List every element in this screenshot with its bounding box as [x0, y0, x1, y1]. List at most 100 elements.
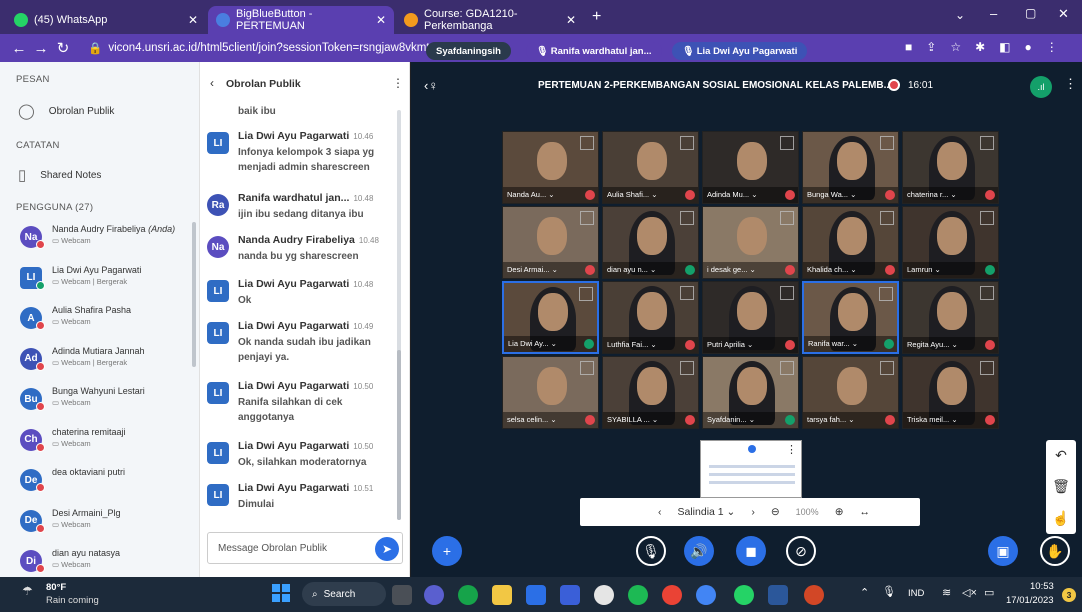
webcam-tile[interactable]: Desi Armai... ⌄: [502, 206, 599, 279]
close-icon[interactable]: ✕: [188, 13, 198, 27]
send-button[interactable]: ➤: [375, 537, 399, 561]
webcam-tile[interactable]: Bunga Wa... ⌄: [802, 131, 899, 204]
fullscreen-icon[interactable]: [580, 361, 594, 375]
tab-search-icon[interactable]: ⌄: [955, 8, 965, 22]
fullscreen-icon[interactable]: [980, 361, 994, 375]
minimize-button[interactable]: –: [990, 6, 997, 21]
trash-icon[interactable]: 🗑: [1052, 478, 1070, 495]
fullscreen-icon[interactable]: [580, 211, 594, 225]
fullscreen-icon[interactable]: [780, 136, 794, 150]
tray-mic-icon[interactable]: 🎙: [882, 585, 896, 598]
recording-icon[interactable]: [888, 79, 900, 91]
fullscreen-icon[interactable]: [780, 286, 794, 300]
fullscreen-icon[interactable]: [680, 136, 694, 150]
webcam-tile[interactable]: Triska meil... ⌄: [902, 356, 999, 429]
webcam-tile[interactable]: Regita Ayu... ⌄: [902, 281, 999, 354]
language-indicator[interactable]: IND: [908, 588, 924, 599]
sidebar-icon[interactable]: ◧: [999, 40, 1010, 54]
webcam-label[interactable]: Desi Armai... ⌄: [503, 262, 598, 278]
webcam-tile[interactable]: Lia Dwi Ay... ⌄: [502, 281, 599, 354]
task-view-icon[interactable]: [392, 585, 412, 605]
webcam-label[interactable]: selsa celin... ⌄: [503, 412, 598, 428]
extensions-icon[interactable]: ✱: [975, 40, 985, 54]
fullscreen-icon[interactable]: [680, 361, 694, 375]
webcam-label[interactable]: Adinda Mu... ⌄: [703, 187, 798, 203]
webcam-label[interactable]: Triska meil... ⌄: [903, 412, 998, 428]
restore-button[interactable]: ▢: [1025, 6, 1036, 20]
fullscreen-icon[interactable]: [780, 361, 794, 375]
zoom-out-button[interactable]: ⊖: [771, 506, 780, 518]
weather-desc[interactable]: Rain coming: [46, 595, 99, 606]
fullscreen-icon[interactable]: [880, 211, 894, 225]
webcam-tile[interactable]: Khalida ch... ⌄: [802, 206, 899, 279]
mail-icon[interactable]: [526, 585, 546, 605]
webcam-button[interactable]: ◼: [736, 536, 766, 566]
fullscreen-icon[interactable]: [980, 136, 994, 150]
forward-arrow-icon[interactable]: →: [30, 40, 52, 57]
share-screen-button[interactable]: ⊘: [786, 536, 816, 566]
clock-time[interactable]: 10:53: [1030, 581, 1054, 592]
previous-slide-button[interactable]: ‹: [658, 506, 662, 518]
fullscreen-icon[interactable]: [879, 287, 893, 301]
webcam-label[interactable]: Regita Ayu... ⌄: [903, 337, 998, 353]
browser-menu-icon[interactable]: ⋮: [1046, 40, 1058, 54]
audio-button[interactable]: 🔊: [684, 536, 714, 566]
connection-status-icon[interactable]: .ıl: [1030, 76, 1052, 98]
webcam-label[interactable]: i desak ge... ⌄: [703, 262, 798, 278]
teams-icon[interactable]: [424, 585, 444, 605]
user-list-item[interactable]: LI Lia Dwi Ayu Pagarwati ▭ Webcam | Berge…: [18, 263, 194, 303]
reload-icon[interactable]: ↻: [52, 39, 74, 57]
tray-chevron-icon[interactable]: ⌃: [860, 586, 869, 599]
public-chat-item[interactable]: ◯ Obrolan Publik: [18, 102, 114, 120]
close-icon[interactable]: ✕: [566, 13, 576, 27]
chat-scrollbar-thumb[interactable]: [397, 350, 401, 520]
webcam-label[interactable]: Nanda Au... ⌄: [503, 187, 598, 203]
webcam-tile[interactable]: SYABILLA ... ⌄: [602, 356, 699, 429]
share-icon[interactable]: ⇪: [926, 40, 936, 54]
webcam-label[interactable]: SYABILLA ... ⌄: [603, 412, 698, 428]
webcam-tile[interactable]: Luthfia Fai... ⌄: [602, 281, 699, 354]
start-button[interactable]: [272, 584, 290, 602]
close-window-button[interactable]: ✕: [1058, 6, 1069, 22]
fullscreen-icon[interactable]: [980, 211, 994, 225]
slide-options-icon[interactable]: ⋮: [786, 443, 797, 456]
undo-icon[interactable]: ↶: [1055, 447, 1067, 464]
fullscreen-icon[interactable]: [780, 211, 794, 225]
webcam-label[interactable]: Khalida ch... ⌄: [803, 262, 898, 278]
webcam-tile[interactable]: selsa celin... ⌄: [502, 356, 599, 429]
fullscreen-icon[interactable]: [980, 286, 994, 300]
chat-options-button[interactable]: ⋮: [392, 76, 404, 90]
hand-tool-icon[interactable]: ☝: [1052, 510, 1069, 527]
taskbar-search[interactable]: ⌕ Search: [302, 582, 386, 606]
user-list-scrollbar[interactable]: [192, 222, 196, 367]
raise-hand-button[interactable]: ✋: [1040, 536, 1070, 566]
tab-course[interactable]: Course: GDA1210-Perkembanga ✕: [396, 6, 584, 34]
webcam-label[interactable]: chaterina r... ⌄: [903, 187, 998, 203]
webcam-label[interactable]: dian ayu n... ⌄: [603, 262, 698, 278]
webcam-tile[interactable]: dian ayu n... ⌄: [602, 206, 699, 279]
webcam-label[interactable]: tarsya fah... ⌄: [803, 412, 898, 428]
toggle-user-list-icon[interactable]: ‹♀: [424, 78, 438, 93]
fullscreen-icon[interactable]: [880, 136, 894, 150]
webcam-tile[interactable]: tarsya fah... ⌄: [802, 356, 899, 429]
webcam-label[interactable]: Lamrun ⌄: [903, 262, 998, 278]
slide-select[interactable]: Salindia 1 ⌄: [678, 506, 736, 518]
webcam-tile[interactable]: Adinda Mu... ⌄: [702, 131, 799, 204]
webcam-tile[interactable]: Nanda Au... ⌄: [502, 131, 599, 204]
fit-width-button[interactable]: ↔: [860, 506, 871, 518]
edge-icon[interactable]: [458, 585, 478, 605]
webcam-label[interactable]: Luthfia Fai... ⌄: [603, 337, 698, 353]
user-list-item[interactable]: A Aulia Shafira Pasha ▭ Webcam: [18, 303, 194, 343]
chat-input[interactable]: Message Obrolan Publik: [207, 532, 403, 564]
word-icon[interactable]: [768, 585, 788, 605]
chrome-icon[interactable]: [662, 585, 682, 605]
file-explorer-icon[interactable]: [492, 585, 512, 605]
webcam-tile[interactable]: chaterina r... ⌄: [902, 131, 999, 204]
user-list-item[interactable]: Na Nanda Audry Firabeliya (Anda) ▭ Webcam: [18, 222, 194, 262]
app-icon[interactable]: [594, 585, 614, 605]
volume-icon[interactable]: ◁×: [962, 586, 977, 599]
camera-permission-icon[interactable]: ■: [905, 40, 912, 54]
store-icon[interactable]: [560, 585, 580, 605]
webcam-label[interactable]: Aulia Shafi... ⌄: [603, 187, 698, 203]
tab-whatsapp[interactable]: (45) WhatsApp ✕: [6, 6, 206, 34]
